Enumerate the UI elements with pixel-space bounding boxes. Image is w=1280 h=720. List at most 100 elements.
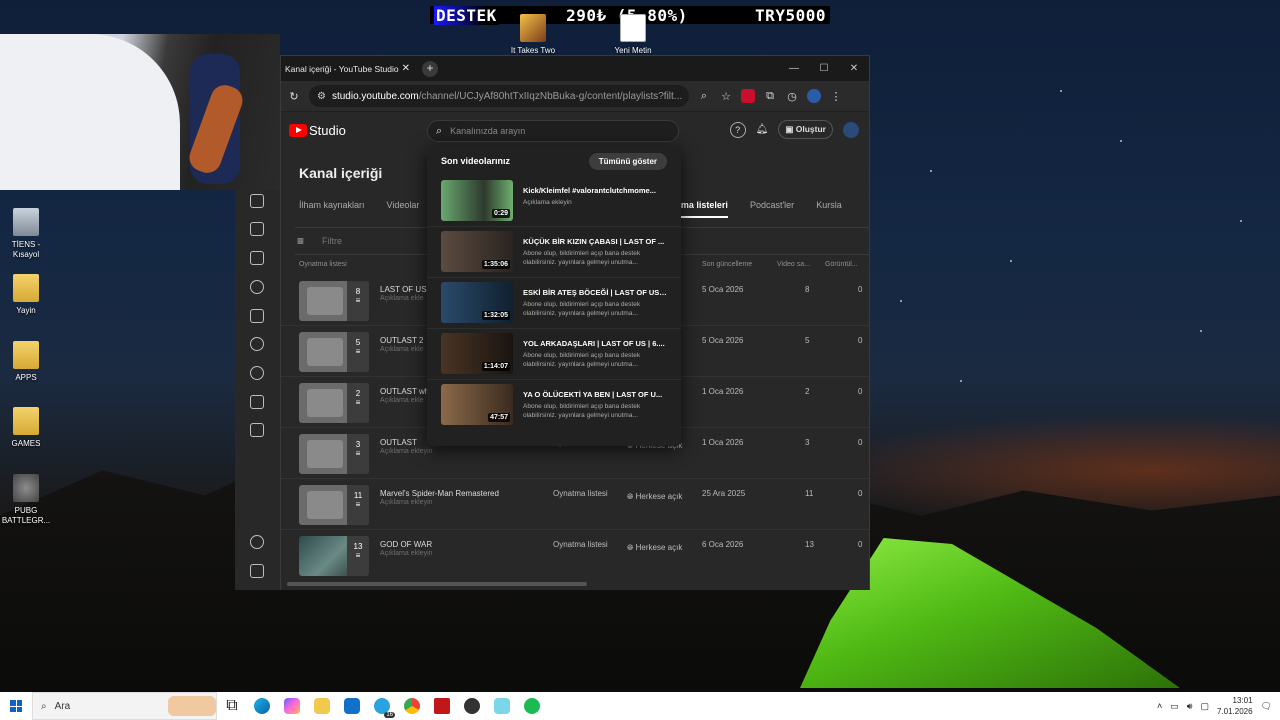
desktop-icon-tiens[interactable]: TİENS - Kısayol bbox=[0, 208, 52, 260]
desktop-icon-games[interactable]: GAMES bbox=[0, 407, 52, 449]
column-last-updated[interactable]: Son güncelleme bbox=[702, 261, 752, 268]
search-icon: ⌕ bbox=[436, 124, 443, 137]
browser-tab[interactable]: Kanal içeriği - YouTube Studio ✕ bbox=[281, 56, 416, 81]
task-view-button[interactable]: ⧉ bbox=[217, 692, 247, 720]
playlist-thumbnail[interactable]: 11 ≡ bbox=[299, 485, 369, 525]
desktop-icon-it-takes-two[interactable]: It Takes Two bbox=[506, 14, 560, 56]
desktop-icon-yayin[interactable]: Yayin bbox=[0, 274, 52, 316]
playlist-thumbnail[interactable]: 8 ≡ bbox=[299, 281, 369, 321]
create-label: Oluştur bbox=[795, 124, 826, 134]
audio-library-icon[interactable] bbox=[250, 423, 264, 437]
recent-video-item[interactable]: 0:29 Kick/Kleimfel #valorantclutchmome..… bbox=[427, 176, 681, 227]
task-view-icon: ⧉ bbox=[226, 697, 238, 714]
playlist-thumbnail[interactable]: 3 ≡ bbox=[299, 434, 369, 474]
site-info-icon[interactable]: ⚙ bbox=[317, 91, 326, 102]
desktop-icon-apps[interactable]: APPS bbox=[0, 341, 52, 383]
network-icon[interactable]: ▭ bbox=[1170, 701, 1179, 712]
reload-icon[interactable]: ↻ bbox=[287, 90, 301, 103]
recent-video-item[interactable]: 1:35:06 KÜÇÜK BİR KIZIN ÇABASI | LAST OF… bbox=[427, 227, 681, 278]
volume-icon[interactable]: 🔊︎ bbox=[1187, 701, 1193, 712]
close-tab-icon[interactable]: ✕ bbox=[402, 63, 410, 74]
column-playlist[interactable]: Oynatma listesi bbox=[299, 261, 347, 268]
close-window-icon[interactable]: ✕ bbox=[839, 56, 869, 81]
tab-videos[interactable]: Videolar bbox=[387, 200, 420, 218]
playlist-thumbnail[interactable]: 13 ≡ bbox=[299, 536, 369, 576]
playlist-views: 0 bbox=[858, 489, 863, 498]
filter-icon[interactable]: ≡ bbox=[297, 234, 304, 248]
menu-kebab-icon[interactable]: ⋮ bbox=[829, 90, 843, 103]
zoom-icon[interactable]: ⌕ bbox=[697, 90, 711, 103]
taskbar-explorer[interactable] bbox=[307, 692, 337, 720]
new-tab-button[interactable]: + bbox=[422, 60, 438, 77]
feedback-icon[interactable] bbox=[250, 564, 264, 578]
channel-avatar[interactable] bbox=[843, 121, 859, 138]
taskbar-edge[interactable] bbox=[247, 692, 277, 720]
desktop-icon-text-file[interactable]: Yeni Metin Belgesi (2) bbox=[606, 14, 660, 54]
playlist-desc: Açıklama ekle bbox=[380, 397, 424, 404]
community-icon[interactable] bbox=[250, 280, 264, 294]
desktop-icon-pubg[interactable]: PUBG BATTLEGR... bbox=[0, 474, 52, 526]
tab-podcasts[interactable]: Podcast'ler bbox=[750, 200, 794, 218]
extensions-icon[interactable]: ⧉ bbox=[763, 90, 777, 103]
channel-search-input[interactable]: ⌕ Kanalınızda arayın bbox=[427, 120, 679, 142]
recent-video-item[interactable]: 1:32:05 ESKİ BİR ATEŞ BÖCEĞİ | LAST OF U… bbox=[427, 278, 681, 329]
tray-chevron-icon[interactable]: ˄ bbox=[1157, 701, 1162, 711]
playlist-title[interactable]: OUTLAST bbox=[380, 438, 417, 447]
taskbar-search[interactable]: ⌕ Ara bbox=[32, 692, 217, 720]
taskbar-obs[interactable] bbox=[457, 692, 487, 720]
recent-video-item[interactable]: 1:14:07 YOL ARKADAŞLARI | LAST OF US | 6… bbox=[427, 329, 681, 380]
show-all-button[interactable]: Tümünü göster bbox=[588, 152, 667, 170]
taskbar-chrome[interactable] bbox=[397, 692, 427, 720]
taskbar-spotify[interactable] bbox=[517, 692, 547, 720]
taskbar-outlook[interactable] bbox=[337, 692, 367, 720]
copyright-icon[interactable] bbox=[250, 337, 264, 351]
earn-icon[interactable] bbox=[250, 366, 264, 380]
notifications-bell-icon[interactable]: 🔔︎ bbox=[756, 124, 769, 135]
content-icon[interactable] bbox=[250, 222, 264, 236]
clock[interactable]: 13:01 7.01.2026 bbox=[1217, 695, 1253, 717]
playlist-thumbnail[interactable]: 5 ≡ bbox=[299, 332, 369, 372]
profile-avatar-icon[interactable] bbox=[807, 89, 821, 103]
playlist-title[interactable]: GOD OF WAR bbox=[380, 540, 432, 549]
start-button[interactable] bbox=[0, 692, 32, 720]
url-field[interactable]: ⚙ studio.youtube.com/channel/UCJyAf80htT… bbox=[309, 85, 689, 107]
display-icon[interactable]: ▢ bbox=[1200, 701, 1209, 712]
notifications-icon[interactable]: 🗨︎ bbox=[1261, 701, 1272, 712]
recent-video-item[interactable]: 47:57 YA O ÖLÜCEKTİ YA BEN | LAST OF U..… bbox=[427, 380, 681, 431]
taskbar-telegram[interactable]: 16 bbox=[367, 692, 397, 720]
help-icon[interactable]: ? bbox=[729, 121, 746, 138]
playlist-title[interactable]: LAST OF US bbox=[380, 285, 427, 294]
clock-date: 7.01.2026 bbox=[1216, 707, 1253, 716]
playlist-thumbnail[interactable]: 2 ≡ bbox=[299, 383, 369, 423]
dashboard-icon[interactable] bbox=[250, 194, 264, 208]
tab-inspiration[interactable]: İlham kaynakları bbox=[299, 200, 365, 218]
taskbar-copilot[interactable] bbox=[277, 692, 307, 720]
customization-icon[interactable] bbox=[250, 395, 264, 409]
studio-logo[interactable]: Studio bbox=[289, 123, 346, 138]
taskbar-voicemeeter[interactable] bbox=[427, 692, 457, 720]
table-row[interactable]: 11 ≡ Marvel's Spider-Man Remastered Açıkl… bbox=[281, 479, 869, 530]
playlist-title[interactable]: OUTLAST 2 bbox=[380, 336, 423, 345]
playlist-title[interactable]: OUTLAST whi bbox=[380, 387, 431, 396]
webcam-feed bbox=[0, 34, 280, 190]
table-row[interactable]: 13 ≡ GOD OF WAR Açıklama ekleyin Oynatma … bbox=[281, 530, 869, 581]
chrome-icon bbox=[404, 698, 420, 714]
playlist-visibility[interactable]: 🌐︎ Herkese açık bbox=[627, 489, 687, 505]
video-duration: 47:57 bbox=[488, 413, 510, 422]
minimize-icon[interactable]: — bbox=[779, 56, 809, 81]
playlist-visibility[interactable]: 🌐︎ Herkese açık bbox=[627, 540, 687, 556]
create-button[interactable]: ▣ Oluştur bbox=[778, 120, 833, 139]
tab-courses[interactable]: Kursla bbox=[816, 200, 842, 218]
bookmark-star-icon[interactable]: ☆ bbox=[719, 90, 733, 103]
maximize-icon[interactable]: ☐ bbox=[809, 56, 839, 81]
analytics-icon[interactable] bbox=[250, 251, 264, 265]
column-views[interactable]: Görüntül... bbox=[825, 261, 858, 268]
extension-red-icon[interactable] bbox=[741, 89, 755, 103]
column-video-count[interactable]: Video sa... bbox=[777, 261, 810, 268]
taskbar-app[interactable] bbox=[487, 692, 517, 720]
horizontal-scrollbar[interactable] bbox=[287, 582, 587, 586]
settings-icon[interactable] bbox=[250, 535, 264, 549]
subtitles-icon[interactable] bbox=[250, 309, 264, 323]
history-icon[interactable]: ◷ bbox=[785, 90, 799, 103]
playlist-title[interactable]: Marvel's Spider-Man Remastered bbox=[380, 489, 499, 498]
